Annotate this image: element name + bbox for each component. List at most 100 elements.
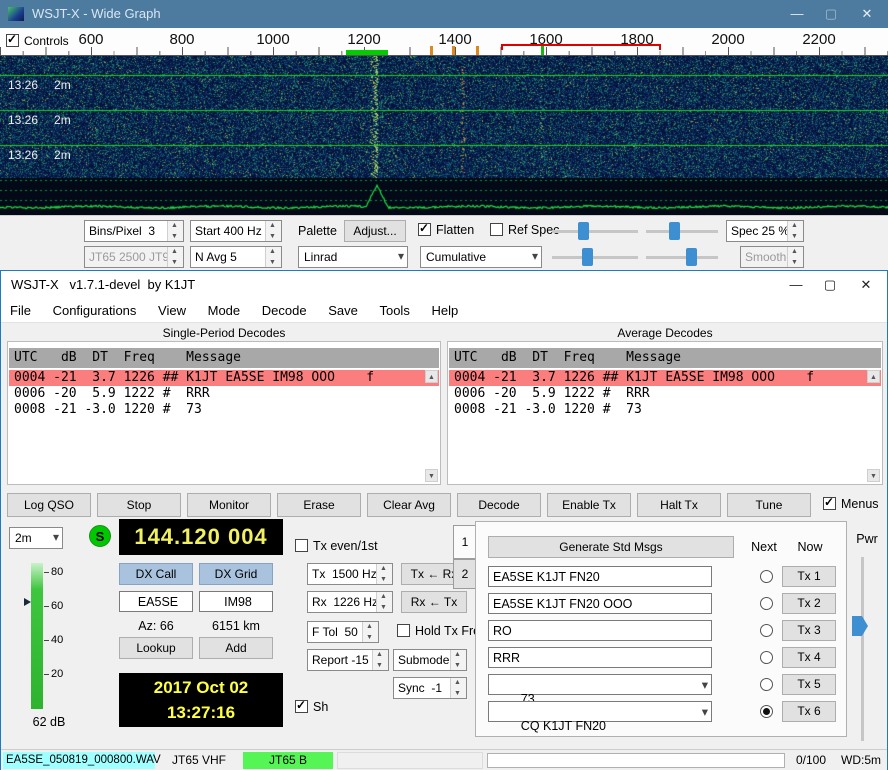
checkbox-box[interactable] <box>823 497 836 510</box>
checkbox-box[interactable] <box>418 223 431 236</box>
dx-grid-button[interactable]: DX Grid <box>199 563 273 585</box>
bins-per-pixel-spinner[interactable]: Bins/Pixel 3 <box>84 220 184 242</box>
spin-arrows-icon[interactable] <box>265 221 281 241</box>
pwr-slider-groove[interactable] <box>861 557 864 741</box>
adjust-button[interactable]: Adjust... <box>344 220 406 242</box>
slider-handle[interactable] <box>578 222 589 240</box>
tab-1[interactable]: 1 <box>453 525 476 559</box>
spin-arrows-icon[interactable] <box>787 221 803 241</box>
lookup-button[interactable]: Lookup <box>119 637 193 659</box>
rig-status-indicator[interactable]: S <box>89 525 111 547</box>
scroll-up-icon[interactable]: ▲ <box>867 370 880 383</box>
start-freq-spinner[interactable]: Start 400 Hz <box>190 220 282 242</box>
menu-configurations[interactable]: Configurations <box>44 299 146 318</box>
tx3-message-field[interactable]: RO <box>488 620 712 641</box>
n-avg-spinner[interactable]: N Avg 5 <box>190 246 282 268</box>
decode-table[interactable]: 0004 -21 3.7 1226 ## K1JT EA5SE IM98 OOO… <box>9 370 439 483</box>
wide-graph-titlebar[interactable]: WSJT-X - Wide Graph — ▢ ✕ <box>0 0 888 28</box>
scrollbar[interactable]: ▲▼ <box>425 370 438 482</box>
decode-row[interactable]: 0004 -21 3.7 1226 ## K1JT EA5SE IM98 OOO… <box>449 370 881 386</box>
checkbox-box[interactable] <box>490 223 503 236</box>
checkbox-box[interactable] <box>295 539 308 552</box>
scroll-down-icon[interactable]: ▼ <box>425 469 438 482</box>
spin-arrows-icon[interactable] <box>265 247 281 267</box>
decode-row[interactable]: 0008 -21 -3.0 1220 # 73 <box>9 402 439 418</box>
menu-file[interactable]: File <box>1 299 40 318</box>
menu-mode[interactable]: Mode <box>199 299 250 318</box>
tx6-button[interactable]: Tx 6 <box>782 701 836 722</box>
flatten-checkbox[interactable]: Flatten <box>418 223 474 237</box>
log-qso-button[interactable]: Log QSO <box>7 493 91 517</box>
sync-spinner[interactable]: Sync -1 <box>393 677 467 699</box>
controls-checkbox[interactable]: Controls <box>6 34 69 48</box>
gain2-slider[interactable] <box>552 247 638 267</box>
menu-decode[interactable]: Decode <box>253 299 316 318</box>
band-selector[interactable]: 2m▾ <box>9 527 63 549</box>
tx2-button[interactable]: Tx 2 <box>782 593 836 614</box>
tune-button[interactable]: Tune <box>727 493 811 517</box>
tx5-message-combo[interactable]: 73 ▾ <box>488 674 712 695</box>
rx-freq-marker[interactable] <box>346 50 388 55</box>
tx4-message-field[interactable]: RRR <box>488 647 712 668</box>
monitor-button[interactable]: Monitor <box>187 493 271 517</box>
halt-tx-button[interactable]: Halt Tx <box>637 493 721 517</box>
spec-percent-spinner[interactable]: Spec 25 % <box>726 220 804 242</box>
slider-handle[interactable] <box>669 222 680 240</box>
tx-even-checkbox[interactable]: Tx even/1st <box>295 539 378 553</box>
waterfall[interactable]: 13:262m 13:262m 13:262m <box>0 56 888 215</box>
spin-arrows-icon[interactable] <box>376 564 392 584</box>
tx6-radio[interactable] <box>760 705 773 718</box>
maximize-button[interactable]: ▢ <box>814 0 848 28</box>
scroll-up-icon[interactable]: ▲ <box>425 370 438 383</box>
enable-tx-button[interactable]: Enable Tx <box>547 493 631 517</box>
close-button[interactable]: ✕ <box>850 0 884 28</box>
maximize-button[interactable]: ▢ <box>813 271 847 299</box>
sh-checkbox[interactable]: Sh <box>295 700 328 714</box>
zero-slider[interactable] <box>646 221 718 241</box>
pwr-slider-handle[interactable] <box>852 616 868 636</box>
menu-view[interactable]: View <box>149 299 195 318</box>
ref-spec-checkbox[interactable]: Ref Spec <box>490 223 559 237</box>
f-tol-spinner[interactable]: F Tol 50 <box>307 621 379 643</box>
tx1-button[interactable]: Tx 1 <box>782 566 836 587</box>
decode-row[interactable]: 0006 -20 5.9 1222 # RRR <box>9 386 439 402</box>
zero2-slider[interactable] <box>646 247 718 267</box>
checkbox-box[interactable] <box>397 624 410 637</box>
decode-row[interactable]: 0008 -21 -3.0 1220 # 73 <box>449 402 881 418</box>
scrollbar[interactable]: ▲▼ <box>867 370 880 482</box>
palette-combobox[interactable]: Linrad▾ <box>298 246 408 268</box>
menu-tools[interactable]: Tools <box>370 299 418 318</box>
gain-slider[interactable] <box>552 221 638 241</box>
tx4-button[interactable]: Tx 4 <box>782 647 836 668</box>
checkbox-box[interactable] <box>295 700 308 713</box>
tab-2[interactable]: 2 <box>453 559 476 589</box>
slider-handle[interactable] <box>582 248 593 266</box>
spin-arrows-icon[interactable] <box>450 650 466 670</box>
close-button[interactable]: ✕ <box>849 271 883 299</box>
tx2-message-field[interactable]: EA5SE K1JT FN20 OOO <box>488 593 712 614</box>
spin-arrows-icon[interactable] <box>450 678 466 698</box>
dx-grid-field[interactable]: IM98 <box>199 591 273 612</box>
decode-row[interactable]: 0004 -21 3.7 1226 ## K1JT EA5SE IM98 OOO… <box>9 370 439 386</box>
tx2-radio[interactable] <box>760 597 773 610</box>
tx5-button[interactable]: Tx 5 <box>782 674 836 695</box>
slider-handle[interactable] <box>686 248 697 266</box>
menus-checkbox[interactable]: Menus <box>823 497 879 511</box>
add-button[interactable]: Add <box>199 637 273 659</box>
decode-table[interactable]: 0004 -21 3.7 1226 ## K1JT EA5SE IM98 OOO… <box>449 370 881 483</box>
dx-call-button[interactable]: DX Call <box>119 563 193 585</box>
spin-arrows-icon[interactable] <box>362 622 378 642</box>
generate-std-msgs-button[interactable]: Generate Std Msgs <box>488 536 734 558</box>
decode-row[interactable]: 0006 -20 5.9 1222 # RRR <box>449 386 881 402</box>
stop-button[interactable]: Stop <box>97 493 181 517</box>
scroll-down-icon[interactable]: ▼ <box>867 469 880 482</box>
spin-arrows-icon[interactable] <box>372 650 388 670</box>
rx-freq-spinner[interactable]: Rx 1226 Hz <box>307 591 393 613</box>
erase-button[interactable]: Erase <box>277 493 361 517</box>
report-spinner[interactable]: Report -15 <box>307 649 389 671</box>
display-mode-combobox[interactable]: Cumulative▾ <box>420 246 542 268</box>
rx-from-tx-button[interactable]: Rx ← Tx <box>401 591 467 613</box>
dx-call-field[interactable]: EA5SE <box>119 591 193 612</box>
tx1-radio[interactable] <box>760 570 773 583</box>
tx-freq-spinner[interactable]: Tx 1500 Hz <box>307 563 393 585</box>
